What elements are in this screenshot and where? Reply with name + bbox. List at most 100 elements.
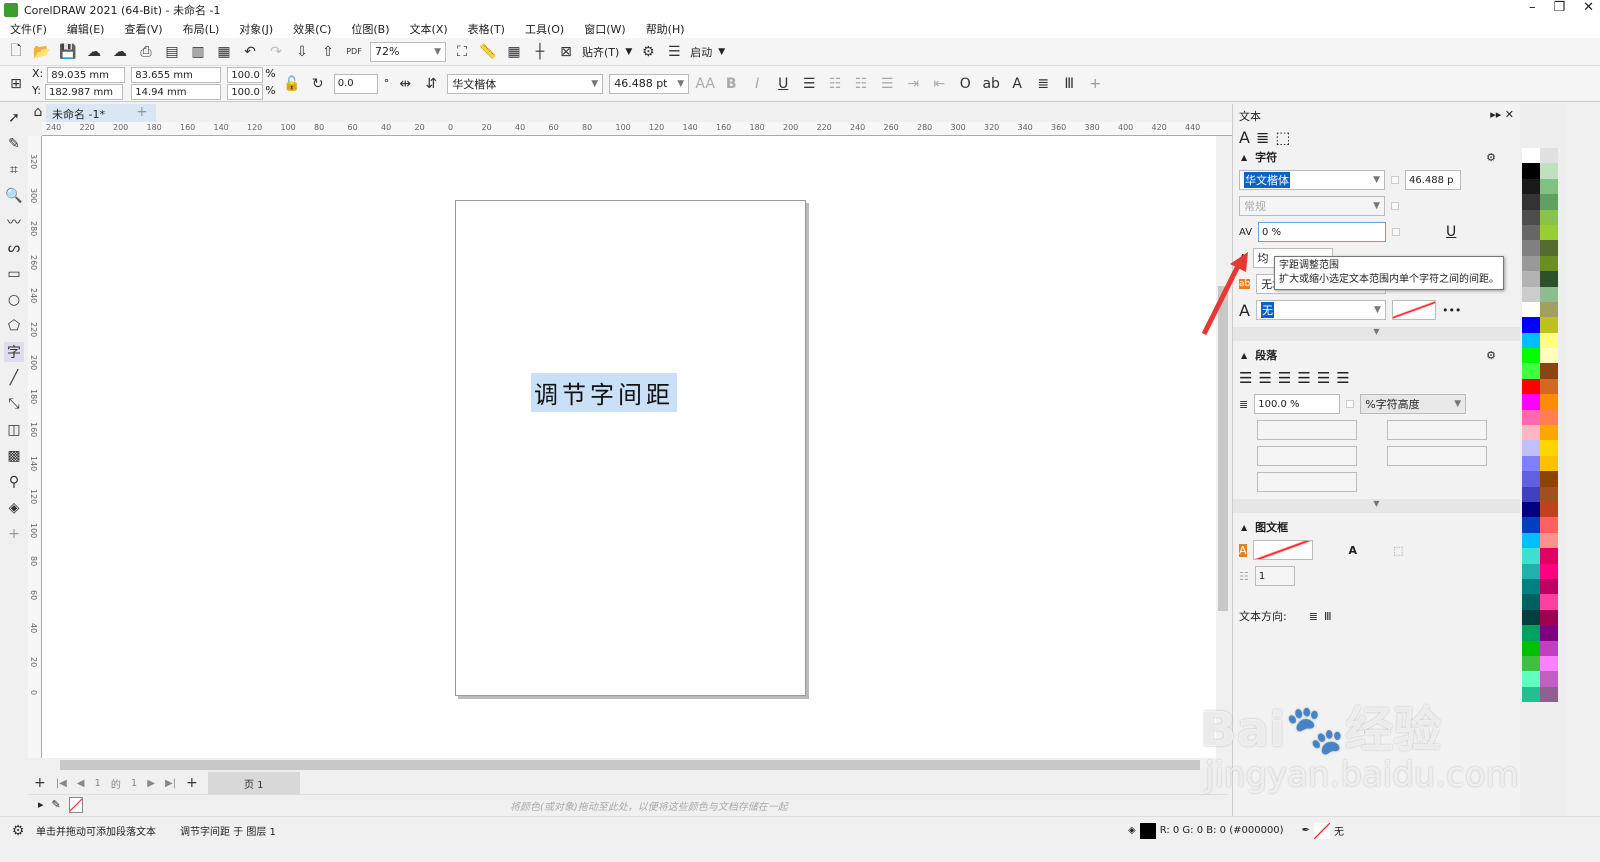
bold-icon[interactable]: B [721,74,741,94]
add-page-before-button[interactable]: + [34,775,46,791]
rotate-icon[interactable]: ↻ [308,74,328,94]
zoom-tool-icon[interactable]: 🔍 [4,186,24,206]
color-swatch[interactable] [1522,517,1540,533]
color-swatch[interactable] [1540,317,1558,333]
color-swatch[interactable] [1540,671,1558,687]
menu-item[interactable]: 工具(O) [525,21,564,37]
color-swatch[interactable] [1522,686,1540,703]
color-swatch[interactable] [1540,455,1558,472]
color-swatch[interactable] [1522,578,1540,595]
menu-item[interactable]: 布局(L) [183,21,220,37]
next-page-button[interactable]: ▶ [147,778,155,789]
color-swatch[interactable] [1522,548,1540,564]
cloud-upload-icon[interactable]: ☁ [110,42,130,62]
dimension-tool-icon[interactable]: ╱ [4,368,24,388]
fill-color-swatch[interactable] [1139,822,1156,839]
menu-item[interactable]: 文本(X) [410,21,448,37]
prev-page-button[interactable]: ◀ [77,778,85,789]
character-tab-icon[interactable]: A [1239,128,1250,147]
docker-close-icon[interactable]: ▸▸ ✕ [1490,108,1514,124]
add-page-after-button[interactable]: + [186,775,198,791]
color-swatch[interactable] [1540,578,1558,595]
scale-y-field[interactable]: 100.0 [227,84,264,100]
bullet-list-icon[interactable]: ☷ [825,74,845,94]
color-swatch[interactable] [1540,548,1558,564]
color-swatch[interactable] [1540,286,1558,302]
lock-ratio-icon[interactable]: 🔓 [282,74,302,94]
mirror-horizontal-icon[interactable]: ⇹ [395,74,415,94]
horizontal-scroll-thumb[interactable] [60,760,1200,770]
height-field[interactable]: 14.94 mm [131,84,222,100]
page-tab[interactable]: 页 1 [207,772,300,794]
color-swatch[interactable] [1522,425,1540,441]
expand-icon[interactable]: ▸ [38,798,44,811]
color-swatch[interactable] [1540,348,1558,364]
text-outline-dropdown[interactable]: 无 ▼ [1255,300,1386,320]
color-swatch[interactable] [1540,594,1558,610]
menu-item[interactable]: 窗口(W) [584,21,625,37]
maximize-button[interactable]: ❐ [1553,0,1565,15]
color-swatch[interactable] [1540,209,1558,225]
opentype-icon[interactable]: O [955,74,975,94]
color-swatch[interactable] [1522,148,1540,164]
cloud-download-icon[interactable]: ☁ [84,42,104,62]
color-swatch[interactable] [1522,394,1540,410]
collapse-icon[interactable]: ▲ [1241,351,1247,360]
print-icon[interactable]: ⎙ [136,42,156,62]
indent-increase-icon[interactable]: ⇥ [903,74,923,94]
color-swatch[interactable] [1522,640,1540,656]
snap-off-icon[interactable]: ⊠ [556,42,576,62]
font-size-dropdown[interactable]: 46.488 pt ▼ [609,73,690,94]
underline-icon[interactable]: U [1446,224,1456,240]
home-icon[interactable]: ⌂ [28,102,48,122]
color-swatch[interactable] [1540,563,1558,579]
expand-paragraph-button[interactable]: ▼ [1233,499,1520,513]
fill-tool-icon[interactable]: ◈ [4,498,24,518]
menu-item[interactable]: 帮助(H) [646,21,685,37]
color-swatch[interactable] [1540,194,1558,210]
color-swatch[interactable] [1522,363,1540,379]
full-screen-icon[interactable]: ⛶ [452,42,472,62]
menu-item[interactable]: 编辑(E) [67,21,105,37]
color-swatch[interactable] [1540,301,1558,318]
color-swatch[interactable] [1522,671,1540,687]
freehand-tool-icon[interactable]: 〰 [4,212,24,232]
italic-icon[interactable]: I [747,74,767,94]
left-indent-field[interactable] [1257,446,1357,466]
indent-decrease-icon[interactable]: ⇤ [929,74,949,94]
color-swatch[interactable] [1522,209,1540,225]
no-color-swatch[interactable] [68,796,83,813]
kerning-range-field[interactable]: 0 % [1258,222,1387,242]
artistic-text-object[interactable]: 调节字间距 [531,373,677,412]
color-swatch[interactable] [1540,163,1558,179]
connector-tool-icon[interactable]: ⤡ [4,394,24,414]
copy-icon[interactable]: ▥ [188,42,208,62]
color-swatch[interactable] [1540,532,1558,549]
redo-icon[interactable]: ↷ [266,42,286,62]
align-none-icon[interactable]: ☰ [799,74,819,94]
first-page-button[interactable]: |◀ [56,778,67,789]
color-swatch[interactable] [1522,609,1540,626]
color-swatch[interactable] [1522,563,1540,579]
color-swatch[interactable] [1540,440,1558,456]
frame-tab-icon[interactable]: ⬚ [1275,128,1290,147]
color-swatch[interactable] [1522,301,1540,318]
mirror-vertical-icon[interactable]: ⇵ [421,74,441,94]
color-swatch[interactable] [1522,348,1540,364]
paragraph-settings-icon[interactable]: ⚙ [1486,349,1496,362]
crop-tool-icon[interactable]: ⌗ [4,160,24,180]
paste-icon[interactable]: ▦ [214,42,234,62]
color-swatch[interactable] [1540,240,1558,256]
color-swatch[interactable] [1540,471,1558,487]
collapse-icon[interactable]: ▲ [1241,523,1247,532]
paragraph-tab-icon[interactable]: ≣ [1256,128,1269,147]
columns-field[interactable]: 1 [1254,566,1295,586]
color-swatch[interactable] [1522,271,1540,287]
align-right-icon[interactable]: ☰ [1297,369,1310,387]
color-swatch[interactable] [1522,501,1540,518]
color-swatch[interactable] [1540,224,1558,241]
color-swatch[interactable] [1522,378,1540,395]
color-swatch[interactable] [1522,440,1540,456]
new-tab-icon[interactable]: + [136,104,148,120]
grid-icon[interactable]: ▦ [504,42,524,62]
